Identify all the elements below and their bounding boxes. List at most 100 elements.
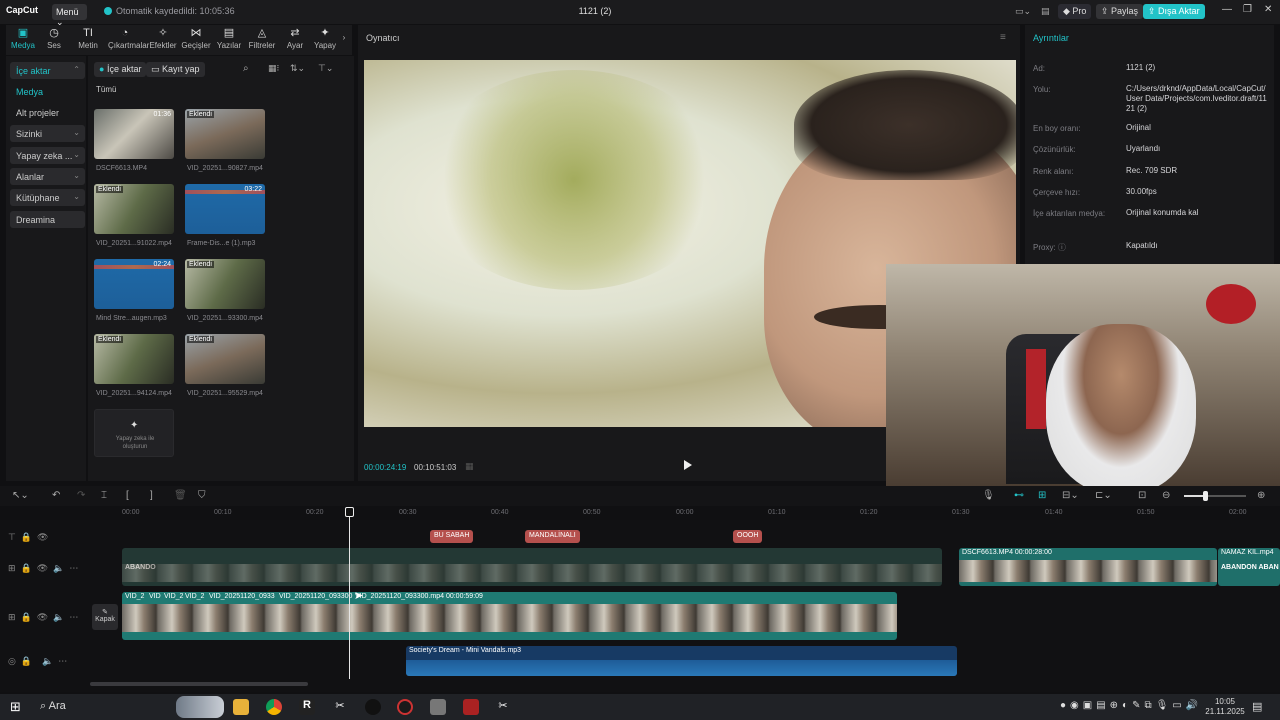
- toolbar-next-icon[interactable]: ›: [338, 33, 350, 42]
- text-clip[interactable]: MANDALİNALI: [525, 530, 580, 543]
- ai-create-tile[interactable]: ✦ Yapay zeka ile oluşturun: [94, 409, 174, 457]
- maximize-icon[interactable]: ❐: [1243, 4, 1252, 15]
- select-tool-icon[interactable]: ↖⌄: [12, 490, 29, 501]
- sidebar-item-dreamina[interactable]: Dreamina: [10, 211, 85, 228]
- capcut-icon[interactable]: ✂: [332, 699, 348, 715]
- media-thumb[interactable]: Eklendi: [185, 259, 265, 309]
- split-left-icon[interactable]: [: [126, 490, 129, 501]
- taskbar-search[interactable]: ⌕ Ara: [40, 700, 66, 713]
- r-app-icon[interactable]: R: [299, 699, 315, 715]
- media-thumb[interactable]: Eklendi: [185, 334, 265, 384]
- tool-text[interactable]: TI Metin: [71, 27, 105, 50]
- obs-icon[interactable]: [397, 699, 413, 715]
- clock-date[interactable]: 21.11.2025: [1200, 707, 1250, 716]
- undo-icon[interactable]: ↶: [52, 490, 60, 501]
- share-button[interactable]: ⇪ Paylaş: [1096, 4, 1144, 19]
- chevron-down-icon: ⌄: [73, 150, 80, 159]
- media-thumb[interactable]: 03:22: [185, 184, 265, 234]
- sidebar-item-spaces[interactable]: Alanlar ⌄: [10, 168, 85, 185]
- split-icon[interactable]: ⌶: [101, 490, 107, 501]
- cover-button[interactable]: ✎ Kapak: [92, 604, 118, 630]
- sidebar-item-ai[interactable]: Yapay zeka ... ⌄: [10, 147, 85, 164]
- sidebar-item-yours[interactable]: Sizinki ⌄: [10, 125, 85, 142]
- tool-stickers[interactable]: ◔ Çıkartmalar: [108, 27, 149, 50]
- tool-media[interactable]: ▣ Medya: [6, 27, 40, 50]
- snap-icon[interactable]: ⊏⌄: [1095, 490, 1112, 501]
- timeline-scrollbar[interactable]: [90, 682, 308, 686]
- tool-captions[interactable]: ▤ Yazılar: [212, 27, 246, 50]
- play-icon[interactable]: [684, 460, 692, 470]
- magnet-icon[interactable]: ⊷: [1014, 490, 1024, 501]
- player-menu-icon[interactable]: ≡: [1000, 32, 1006, 43]
- media-thumb[interactable]: 01:36: [94, 109, 174, 159]
- tool-effects[interactable]: ✧ Efektler: [146, 27, 180, 50]
- filter-icon[interactable]: ⊤⌄: [318, 63, 333, 74]
- video-app-icon[interactable]: [463, 699, 479, 715]
- main-clip-group[interactable]: VID_2 VID VID_2 VID_2 VID_20251120_0933 …: [122, 592, 897, 640]
- layout-icon[interactable]: ▭⌄: [1010, 4, 1036, 19]
- media-thumb[interactable]: Eklendi: [185, 109, 265, 159]
- playhead-handle[interactable]: [345, 507, 354, 517]
- text-clip[interactable]: OOOH: [733, 530, 763, 543]
- media-added-badge: Eklendi: [96, 186, 123, 193]
- media-thumb[interactable]: Eklendi: [94, 184, 174, 234]
- overlay-filmstrip: [122, 564, 942, 582]
- zoom-in-icon[interactable]: ⊕: [1257, 490, 1265, 501]
- menu-button[interactable]: Menü ⌄: [52, 4, 87, 27]
- close-icon[interactable]: ✕: [1264, 4, 1272, 15]
- split-right-icon[interactable]: ]: [150, 490, 153, 501]
- text-track-controls[interactable]: ⊤ 🔒 👁: [8, 532, 48, 543]
- notification-icon[interactable]: ▤: [1252, 700, 1262, 713]
- main-track-controls[interactable]: ⊞ 🔒 👁 🔈 ⋯: [8, 612, 78, 623]
- tool-adjust[interactable]: ⇄ Ayar: [278, 27, 312, 50]
- sidebar-item-import[interactable]: İçe aktar ⌃: [10, 62, 85, 79]
- overlay-clip[interactable]: NAMAZ KIL.mp4 ABANDON ABAN: [1218, 548, 1280, 586]
- media-thumb[interactable]: 02:24: [94, 259, 174, 309]
- playhead[interactable]: [349, 507, 350, 679]
- view-grid-icon[interactable]: ▦⁝: [268, 63, 279, 74]
- sidebar-item-library[interactable]: Kütüphane ⌄: [10, 189, 85, 206]
- microphone-icon[interactable]: 🎙: [982, 490, 995, 501]
- shortcuts-icon[interactable]: ▤: [1036, 4, 1055, 19]
- frame-icon[interactable]: ▦: [465, 461, 474, 472]
- media-thumb[interactable]: Eklendi: [94, 334, 174, 384]
- overlay-clip[interactable]: DSCF6613.MP4 00:00:28:00: [959, 548, 1217, 586]
- tool-transitions[interactable]: ⋈ Geçişler: [179, 27, 213, 50]
- tool-audio[interactable]: ◷ Ses: [37, 27, 71, 50]
- mic-app-icon[interactable]: [430, 699, 446, 715]
- sidebar-item-subprojects[interactable]: Alt projeler: [10, 104, 85, 121]
- file-explorer-icon[interactable]: [233, 699, 249, 715]
- import-button[interactable]: ● İçe aktar: [94, 62, 147, 77]
- tool-ai[interactable]: ✦ Yapay: [308, 27, 342, 50]
- zoom-out-icon[interactable]: ⊖: [1162, 490, 1170, 501]
- delete-icon[interactable]: 🗑: [174, 490, 187, 501]
- record-button[interactable]: ▭ Kayıt yap: [146, 62, 205, 77]
- sidebar-item-media[interactable]: Medya: [10, 83, 85, 100]
- record-label: Kayıt yap: [162, 64, 200, 74]
- filter-all-tab[interactable]: Tümü: [96, 85, 116, 94]
- export-button[interactable]: ⇪ Dışa Aktar: [1143, 4, 1205, 19]
- tool-filters[interactable]: ◬ Filtreler: [245, 27, 279, 50]
- timeline-ruler[interactable]: 00:00 00:10 00:20 00:30 00:40 00:50 00:0…: [120, 507, 1280, 519]
- zoom-slider-handle[interactable]: [1203, 491, 1208, 501]
- audio-clip[interactable]: Society's Dream - Mini Vandals.mp3: [406, 646, 957, 676]
- tray-icons[interactable]: ●◉▣▤⊕◐✎⧉🎙▭🔊: [1060, 700, 1202, 711]
- clock-time[interactable]: 10:05: [1205, 697, 1245, 706]
- overlay-track-controls[interactable]: ⊞ 🔒 👁 🔈 ⋯: [8, 563, 78, 574]
- windows-start-icon[interactable]: ⊞: [10, 699, 21, 715]
- capcut-active-icon[interactable]: ✂: [495, 699, 511, 715]
- fullscreen-icon[interactable]: ⊡: [1138, 490, 1146, 501]
- audio-track-controls[interactable]: ◎ 🔒 🔈 ⋯: [8, 656, 67, 667]
- preview-axis-icon[interactable]: ⊟⌄: [1062, 490, 1079, 501]
- link-icon[interactable]: ⊞: [1038, 490, 1046, 501]
- mouse-app-icon[interactable]: [365, 699, 381, 715]
- minimize-icon[interactable]: —: [1222, 4, 1232, 15]
- search-icon[interactable]: ⌕: [243, 63, 249, 74]
- overlay-clip-group[interactable]: ABANDO: [122, 548, 942, 586]
- chrome-icon[interactable]: [266, 699, 282, 715]
- shield-icon[interactable]: ⛉: [198, 490, 206, 501]
- sort-icon[interactable]: ⇅⌄: [290, 63, 305, 74]
- text-clip[interactable]: BU SABAH: [430, 530, 474, 543]
- redo-icon[interactable]: ↷: [77, 490, 85, 501]
- pro-button[interactable]: ◆ Pro: [1058, 4, 1092, 19]
